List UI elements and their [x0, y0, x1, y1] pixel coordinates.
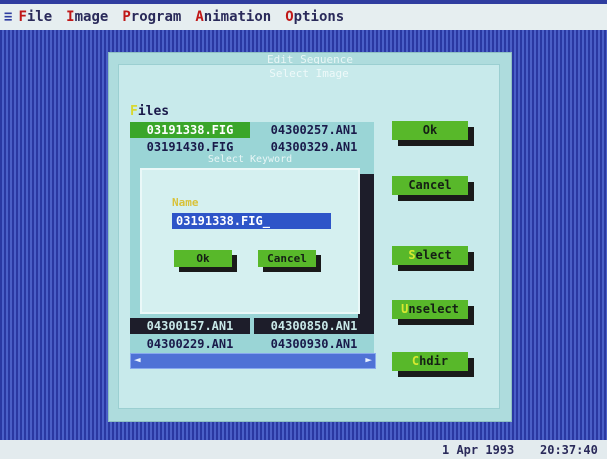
modal-ok-button[interactable]: Ok	[174, 250, 232, 267]
scroll-right-icon[interactable]: ►	[365, 353, 372, 366]
select-keyword-dialog: Select Keyword Name 03191338.FIG_ Ok Can…	[140, 154, 360, 314]
menu-image[interactable]: Image	[66, 9, 108, 25]
select-image-title: Select Image	[269, 67, 349, 80]
name-input[interactable]: 03191338.FIG_	[172, 213, 331, 229]
unselect-button[interactable]: Unselect	[392, 300, 468, 319]
system-menu-icon[interactable]: ≡	[0, 9, 18, 25]
cancel-button[interactable]: Cancel	[392, 176, 468, 195]
menu-file[interactable]: File	[18, 9, 52, 25]
file-item[interactable]: 04300257.AN1	[254, 122, 374, 138]
file-item[interactable]: 04300229.AN1	[130, 336, 250, 352]
chdir-button[interactable]: Chdir	[392, 352, 468, 371]
file-item[interactable]: 04300329.AN1	[254, 139, 374, 155]
file-item[interactable]: 04300930.AN1	[254, 336, 374, 352]
menu-animation[interactable]: Animation	[195, 9, 271, 25]
files-label: Files	[130, 104, 170, 119]
name-label: Name	[172, 196, 199, 209]
menu-options[interactable]: Options	[285, 9, 344, 25]
file-item[interactable]: 04300850.AN1	[254, 318, 374, 334]
status-time: 20:37:40	[540, 443, 598, 457]
select-button[interactable]: Select	[392, 246, 468, 265]
status-bar: 1 Apr 1993 20:37:40	[0, 440, 607, 459]
file-item[interactable]: 03191338.FIG	[130, 122, 250, 138]
menu-program[interactable]: Program	[122, 9, 181, 25]
file-item[interactable]: 03191430.FIG	[130, 139, 250, 155]
files-horizontal-scrollbar[interactable]: ◄ ►	[130, 353, 376, 369]
scroll-left-icon[interactable]: ◄	[134, 353, 141, 366]
menu-bar: ≡ File Image Program Animation Options	[0, 4, 607, 30]
list-column-divider	[358, 174, 374, 319]
modal-cancel-button[interactable]: Cancel	[258, 250, 316, 267]
file-item[interactable]: 04300157.AN1	[130, 318, 250, 334]
status-date: 1 Apr 1993	[442, 443, 515, 457]
select-keyword-title: Select Keyword	[207, 154, 293, 165]
ok-button[interactable]: Ok	[392, 121, 468, 140]
